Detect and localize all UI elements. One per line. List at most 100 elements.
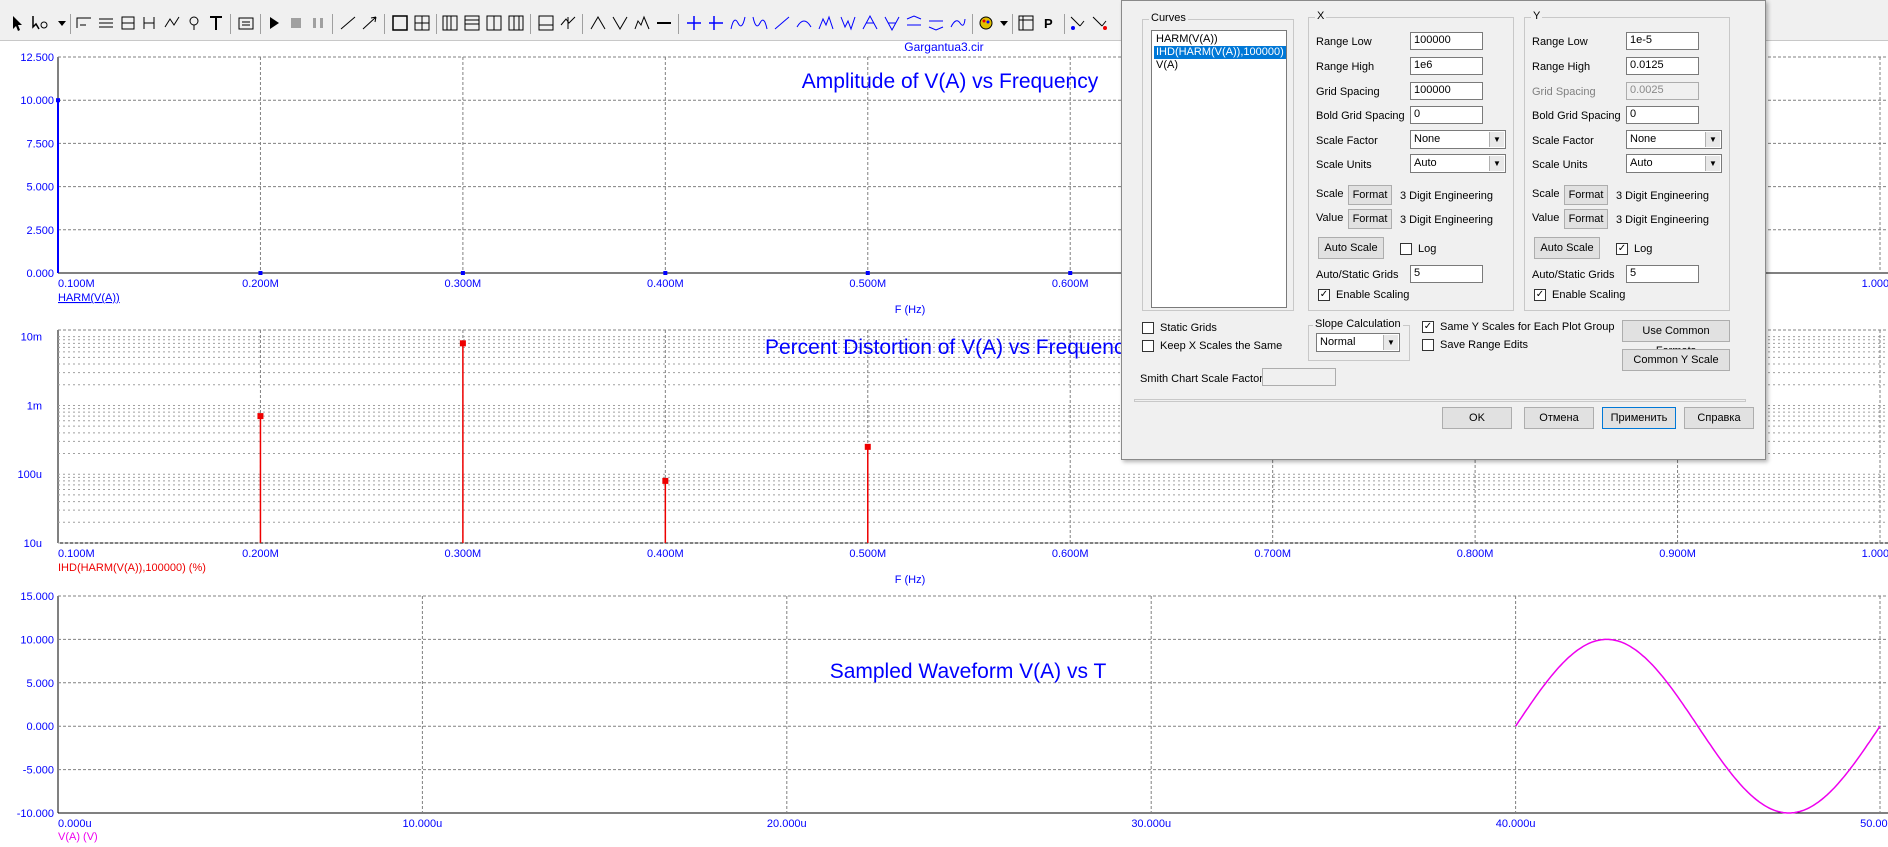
tag-icon[interactable] bbox=[1068, 13, 1088, 33]
save-range-label: Save Range Edits bbox=[1440, 339, 1529, 351]
data-point-left-icon[interactable] bbox=[706, 13, 726, 33]
plot3-y-tick-label: 5.000 bbox=[26, 678, 54, 690]
global-low-icon[interactable] bbox=[882, 13, 902, 33]
slope-icon[interactable] bbox=[772, 13, 792, 33]
cursor-icon[interactable] bbox=[558, 13, 578, 33]
next-icon[interactable] bbox=[948, 13, 968, 33]
x-range-low-input[interactable]: 100000 bbox=[1410, 32, 1483, 50]
plot1-x-tick-label: 0.300M bbox=[445, 278, 482, 290]
common-y-scale-button[interactable]: Common Y Scale bbox=[1622, 349, 1730, 371]
probe-icon[interactable] bbox=[184, 13, 204, 33]
top-icon[interactable] bbox=[904, 13, 924, 33]
bus-icon[interactable] bbox=[96, 13, 116, 33]
wave-up-icon[interactable] bbox=[728, 13, 748, 33]
dialog-divider bbox=[1134, 399, 1746, 402]
high-icon[interactable] bbox=[632, 13, 652, 33]
line-icon[interactable] bbox=[338, 13, 358, 33]
same-y-checkbox[interactable]: ✓ bbox=[1422, 321, 1434, 333]
x-auto-static-input[interactable]: 5 bbox=[1410, 265, 1483, 283]
x-range-high-input[interactable]: 1e6 bbox=[1410, 57, 1483, 75]
peak-next-icon[interactable] bbox=[816, 13, 836, 33]
y-auto-static-input[interactable]: 5 bbox=[1626, 265, 1699, 283]
y-value-format-button[interactable]: Format bbox=[1564, 209, 1608, 229]
horizontal-tag-icon[interactable] bbox=[1090, 13, 1110, 33]
x-scale-factor-select[interactable]: None ▼ bbox=[1410, 130, 1506, 149]
curve-item[interactable]: V(A) bbox=[1154, 59, 1180, 72]
y-log-label: Log bbox=[1634, 243, 1653, 255]
valley-next-icon[interactable] bbox=[838, 13, 858, 33]
apply-button[interactable]: Применить bbox=[1602, 407, 1676, 429]
run-icon[interactable] bbox=[264, 13, 284, 33]
stop-icon[interactable] bbox=[286, 13, 306, 33]
toolbar-separator bbox=[260, 14, 261, 34]
help-button[interactable]: Справка bbox=[1684, 407, 1754, 429]
wire-icon[interactable] bbox=[74, 13, 94, 33]
y-bold-grid-input[interactable]: 0 bbox=[1626, 106, 1699, 124]
label-icon[interactable] bbox=[140, 13, 160, 33]
x-auto-scale-button[interactable]: Auto Scale bbox=[1318, 237, 1384, 259]
valley-icon[interactable] bbox=[610, 13, 630, 33]
y-scale-units-select[interactable]: Auto ▼ bbox=[1626, 154, 1722, 173]
y-range-low-input[interactable]: 1e-5 bbox=[1626, 32, 1699, 50]
slope-select[interactable]: Normal ▼ bbox=[1316, 333, 1400, 352]
curve-item[interactable]: HARM(V(A)) bbox=[1154, 33, 1220, 46]
curve-item-selected[interactable]: IHD(HARM(V(A)),100000) bbox=[1154, 46, 1286, 59]
x-log-checkbox[interactable] bbox=[1400, 243, 1412, 255]
slope-value: Normal bbox=[1320, 336, 1356, 348]
x-scale-format-button[interactable]: Format bbox=[1348, 185, 1392, 205]
plot3-y-tick-label: 0.000 bbox=[26, 721, 54, 733]
page-icon[interactable] bbox=[1016, 13, 1036, 33]
toolbar-separator bbox=[1064, 14, 1065, 34]
table-rows-icon[interactable] bbox=[462, 13, 482, 33]
keep-x-same-checkbox[interactable] bbox=[1142, 340, 1154, 352]
peak-icon[interactable] bbox=[588, 13, 608, 33]
x-bold-grid-input[interactable]: 0 bbox=[1410, 106, 1483, 124]
pause-icon[interactable] bbox=[308, 13, 328, 33]
pallette-icon[interactable] bbox=[976, 13, 996, 33]
table-icon[interactable] bbox=[440, 13, 460, 33]
x-enable-scaling-checkbox[interactable]: ✓ bbox=[1318, 289, 1330, 301]
plot3-x-tick-label: 0.000u bbox=[58, 818, 92, 830]
global-high-icon[interactable] bbox=[860, 13, 880, 33]
y-auto-scale-button[interactable]: Auto Scale bbox=[1534, 237, 1600, 259]
low-icon[interactable] bbox=[654, 13, 674, 33]
pallette-dropdown-icon[interactable] bbox=[994, 13, 1014, 33]
plot3-x-tick-label: 20.000u bbox=[767, 818, 807, 830]
ok-button[interactable]: OK bbox=[1442, 407, 1512, 429]
select-arrow-icon[interactable] bbox=[8, 13, 28, 33]
p-label-icon[interactable]: P bbox=[1040, 13, 1060, 33]
grid-icon[interactable] bbox=[412, 13, 432, 33]
inflection-icon[interactable] bbox=[794, 13, 814, 33]
x-scale-units-select[interactable]: Auto ▼ bbox=[1410, 154, 1506, 173]
x-grid-spacing-input[interactable]: 100000 bbox=[1410, 82, 1483, 100]
save-range-checkbox[interactable] bbox=[1422, 339, 1434, 351]
y-range-high-input[interactable]: 0.0125 bbox=[1626, 57, 1699, 75]
scale-icon[interactable] bbox=[536, 13, 556, 33]
table-split-icon[interactable] bbox=[484, 13, 504, 33]
y-log-checkbox[interactable]: ✓ bbox=[1616, 243, 1628, 255]
dropdown-arrow-icon[interactable] bbox=[52, 13, 72, 33]
bottom-icon[interactable] bbox=[926, 13, 946, 33]
table-cols-icon[interactable] bbox=[506, 13, 526, 33]
x-value-format-button[interactable]: Format bbox=[1348, 209, 1392, 229]
grid-toggle-icon[interactable] bbox=[118, 13, 138, 33]
properties-dialog[interactable]: Curves HARM(V(A)) IHD(HARM(V(A)),100000)… bbox=[1121, 0, 1766, 460]
y-scale-factor-select[interactable]: None ▼ bbox=[1626, 130, 1722, 149]
cancel-button[interactable]: Отмена bbox=[1524, 407, 1594, 429]
info-icon[interactable] bbox=[236, 13, 256, 33]
y-scale-format-button[interactable]: Format bbox=[1564, 185, 1608, 205]
data-point-icon[interactable] bbox=[684, 13, 704, 33]
static-grids-checkbox[interactable] bbox=[1142, 322, 1154, 334]
text-icon[interactable] bbox=[206, 13, 226, 33]
y-bold-grid-label: Bold Grid Spacing bbox=[1532, 110, 1621, 122]
plot2-x-tick-label: 0.500M bbox=[849, 548, 886, 560]
curves-listbox[interactable]: HARM(V(A)) IHD(HARM(V(A)),100000) V(A) bbox=[1151, 30, 1287, 308]
component-icon[interactable] bbox=[30, 13, 50, 33]
node-icon[interactable] bbox=[162, 13, 182, 33]
plot2-x-tick-label: 0.800M bbox=[1457, 548, 1494, 560]
wave-down-icon[interactable] bbox=[750, 13, 770, 33]
y-enable-scaling-checkbox[interactable]: ✓ bbox=[1534, 289, 1546, 301]
arrow-icon[interactable] bbox=[360, 13, 380, 33]
box-icon[interactable] bbox=[390, 13, 410, 33]
use-common-formats-button[interactable]: Use Common Formats bbox=[1622, 320, 1730, 357]
